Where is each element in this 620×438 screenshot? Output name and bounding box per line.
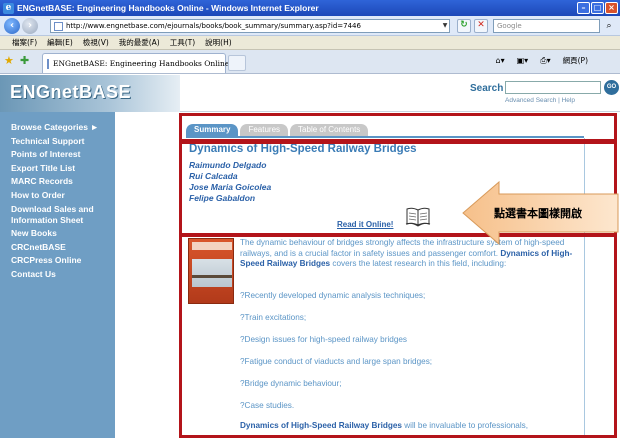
window-titlebar: e ENGnetBASE: Engineering Handbooks Onli… bbox=[0, 0, 620, 16]
magnifier-icon[interactable]: ⌕ bbox=[602, 19, 616, 33]
logo-band: ENGnetBASE bbox=[0, 75, 180, 112]
window-controls: – □ × bbox=[577, 2, 618, 14]
sidebar-item-marc-records[interactable]: MARC Records bbox=[0, 176, 115, 187]
sidebar: Browse Categories ► Technical Support Po… bbox=[0, 112, 115, 438]
url-dropdown-icon[interactable]: ▼ bbox=[440, 19, 450, 33]
tab-page-icon bbox=[47, 58, 49, 69]
browser-tab[interactable]: ENGnetBASE: Engineering Handbooks Online bbox=[42, 53, 230, 73]
site-logo[interactable]: ENGnetBASE bbox=[10, 82, 131, 103]
print-icon[interactable]: ⎙▾ bbox=[540, 56, 550, 66]
refresh-button[interactable]: ↻ bbox=[457, 19, 471, 33]
site-search-input[interactable] bbox=[505, 81, 601, 94]
add-favorite-icon[interactable]: ✚ bbox=[20, 54, 29, 67]
sidebar-item-crcnetbase[interactable]: CRCnetBASE bbox=[0, 242, 115, 253]
site-header: ENGnetBASE Search GO Advanced Search | H… bbox=[0, 75, 620, 112]
command-bar: ⌂▾ ▣▾ ⎙▾ 網頁(P) bbox=[496, 55, 588, 66]
favorites-star-icon[interactable]: ★ bbox=[4, 54, 14, 67]
address-bar: ‹ › http://www.engnetbase.com/ejournals/… bbox=[0, 16, 620, 36]
forward-button[interactable]: › bbox=[22, 18, 38, 34]
sidebar-item-how-to-order[interactable]: How to Order bbox=[0, 190, 115, 201]
browser-search-input[interactable]: Google bbox=[493, 19, 600, 33]
tab-bar: ★ ✚ ENGnetBASE: Engineering Handbooks On… bbox=[0, 50, 620, 74]
stop-button[interactable]: ✕ bbox=[474, 19, 488, 33]
menu-help[interactable]: 說明(H) bbox=[205, 37, 232, 48]
menu-edit[interactable]: 編輯(E) bbox=[47, 37, 73, 48]
minimize-button[interactable]: – bbox=[577, 2, 590, 14]
annotation-box-description bbox=[179, 234, 617, 438]
menu-tools[interactable]: 工具(T) bbox=[170, 37, 195, 48]
window-title: ENGnetBASE: Engineering Handbooks Online… bbox=[17, 3, 319, 13]
feeds-icon[interactable]: ▣▾ bbox=[517, 56, 529, 65]
page-icon bbox=[54, 21, 63, 31]
site-search-go-button[interactable]: GO bbox=[604, 80, 619, 95]
tab-label: ENGnetBASE: Engineering Handbooks Online bbox=[53, 59, 230, 68]
annotation-box-tabs bbox=[179, 113, 617, 142]
url-field[interactable]: http://www.engnetbase.com/ejournals/book… bbox=[50, 19, 450, 33]
maximize-button[interactable]: □ bbox=[591, 2, 604, 14]
new-tab-button[interactable] bbox=[228, 55, 246, 71]
sidebar-item-contact-us[interactable]: Contact Us bbox=[0, 269, 115, 280]
menu-favorites[interactable]: 我的最愛(A) bbox=[119, 37, 160, 48]
advanced-search-help-links[interactable]: Advanced Search | Help bbox=[505, 97, 575, 104]
menu-file[interactable]: 檔案(F) bbox=[12, 37, 37, 48]
callout-text: 點選書本圖樣開啟 bbox=[494, 207, 582, 220]
ie-icon: e bbox=[3, 2, 14, 14]
site-search-label: Search bbox=[470, 83, 504, 94]
sidebar-item-points-of-interest[interactable]: Points of Interest bbox=[0, 149, 115, 160]
close-button[interactable]: × bbox=[605, 2, 618, 14]
sidebar-item-export-title-list[interactable]: Export Title List bbox=[0, 163, 115, 174]
menu-view[interactable]: 檢視(V) bbox=[83, 37, 109, 48]
sidebar-item-technical-support[interactable]: Technical Support bbox=[0, 136, 115, 147]
sidebar-item-crcpress-online[interactable]: CRCPress Online bbox=[0, 255, 115, 266]
url-text: http://www.engnetbase.com/ejournals/book… bbox=[66, 22, 361, 30]
back-button[interactable]: ‹ bbox=[4, 18, 20, 34]
sidebar-item-browse-categories[interactable]: Browse Categories ► bbox=[0, 122, 115, 133]
home-icon[interactable]: ⌂▾ bbox=[496, 56, 505, 65]
page-menu-button[interactable]: 網頁(P) bbox=[563, 55, 588, 66]
sidebar-item-new-books[interactable]: New Books bbox=[0, 228, 115, 239]
menu-bar: 檔案(F) 編輯(E) 檢視(V) 我的最愛(A) 工具(T) 說明(H) bbox=[0, 36, 620, 50]
content-gutter bbox=[115, 112, 180, 438]
sidebar-item-download-sales[interactable]: Download Sales and Information Sheet bbox=[0, 204, 110, 226]
